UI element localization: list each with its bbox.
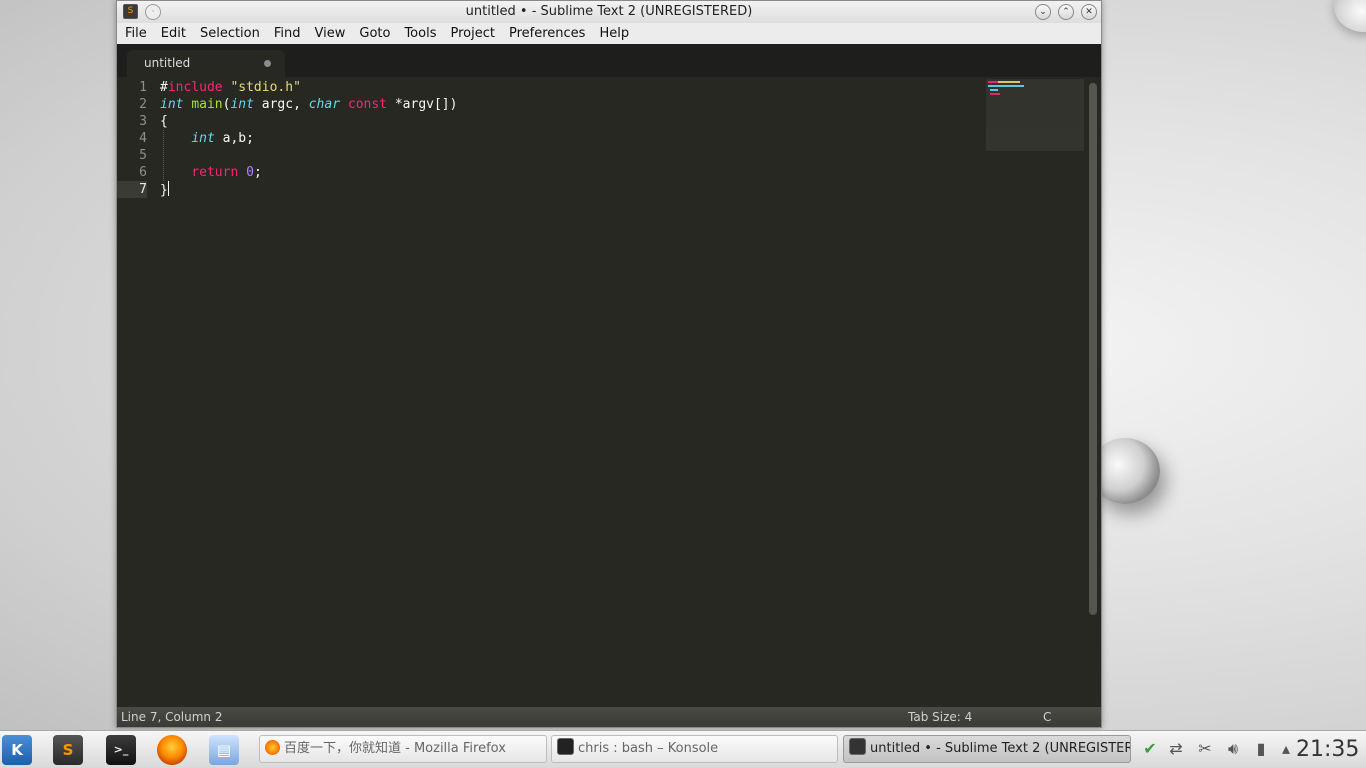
minimap-line xyxy=(990,89,998,91)
cursor-position: Line 7, Column 2 xyxy=(121,710,223,724)
task-konsole[interactable]: chris : bash – Konsole xyxy=(551,735,838,763)
scissors-icon[interactable]: ✂ xyxy=(1195,737,1215,761)
firefox-icon[interactable] xyxy=(157,735,187,765)
code-token: const xyxy=(347,97,388,112)
kde-menu-icon[interactable]: K xyxy=(2,735,32,765)
code-token: ; xyxy=(253,165,262,180)
terminal-icon xyxy=(557,738,574,755)
volume-icon[interactable]: 🔊︎ xyxy=(1223,737,1243,761)
code-token: # xyxy=(160,80,168,95)
close-button[interactable]: ✕ xyxy=(1081,4,1097,20)
pin-icon[interactable]: · xyxy=(145,4,161,20)
code-token: { xyxy=(160,114,168,129)
menu-project[interactable]: Project xyxy=(444,23,500,44)
code-token: } xyxy=(160,183,168,198)
file-manager-icon[interactable]: ▤ xyxy=(209,735,239,765)
sublime-text-icon[interactable]: S xyxy=(53,735,83,765)
code-token: char xyxy=(308,97,341,112)
tab-bar: untitled xyxy=(117,44,1101,77)
code-text-area[interactable]: #include "stdio.h" int main(int argc, cha… xyxy=(160,79,457,198)
tab-size-selector[interactable]: Tab Size: 4 xyxy=(908,707,972,727)
minimap[interactable] xyxy=(986,79,1084,151)
code-line[interactable]: #include "stdio.h" xyxy=(160,79,457,96)
desktop-ornament xyxy=(1334,0,1366,32)
shield-check-icon[interactable]: ✔ xyxy=(1140,737,1160,761)
menu-view[interactable]: View xyxy=(309,23,352,44)
minimap-line xyxy=(988,85,1024,87)
firefox-icon xyxy=(265,740,280,755)
menu-goto[interactable]: Goto xyxy=(353,23,396,44)
tab-untitled[interactable]: untitled xyxy=(127,50,285,77)
sublime-window: S · untitled • - Sublime Text 2 (UNREGIS… xyxy=(116,0,1102,728)
code-line[interactable]: int main(int argc, char const *argv[]) xyxy=(160,96,457,113)
line-number: 5 xyxy=(139,148,147,163)
line-number: 1 xyxy=(139,80,147,95)
code-token: *argv[]) xyxy=(387,97,458,112)
code-token: include xyxy=(167,80,223,95)
code-line[interactable]: int a,b; xyxy=(160,130,457,147)
menu-tools[interactable]: Tools xyxy=(398,23,442,44)
code-token: int xyxy=(160,97,184,112)
menu-file[interactable]: File xyxy=(119,23,153,44)
code-line[interactable] xyxy=(160,147,457,164)
code-token: "stdio.h" xyxy=(230,80,301,95)
line-number: 2 xyxy=(139,97,147,112)
menu-find[interactable]: Find xyxy=(268,23,307,44)
code-token: int xyxy=(230,97,254,112)
menu-help[interactable]: Help xyxy=(593,23,635,44)
code-token: a,b; xyxy=(214,131,254,146)
line-number: 4 xyxy=(139,131,147,146)
sublime-text-icon xyxy=(849,738,866,755)
minimap-line xyxy=(998,81,1020,83)
code-token: argc, xyxy=(253,97,309,112)
title-bar[interactable]: S · untitled • - Sublime Text 2 (UNREGIS… xyxy=(117,1,1101,23)
task-label: chris : bash – Konsole xyxy=(578,741,719,756)
menu-bar: File Edit Selection Find View Goto Tools Projec… xyxy=(117,23,1101,45)
code-editor[interactable]: 1 2 3 4 5 67 #include "stdio.h" int main(int a… xyxy=(117,77,1101,707)
minimap-line xyxy=(988,81,998,83)
task-label: untitled • - Sublime Text 2 (UNREGISTERE… xyxy=(870,741,1131,756)
network-icon[interactable]: ⇄ xyxy=(1166,737,1186,761)
sublime-app-icon[interactable]: S xyxy=(123,4,138,19)
taskbar: K S >_ ▤ 百度一下，你就知道 - Mozilla Firefox chr… xyxy=(0,730,1366,768)
task-sublime[interactable]: untitled • - Sublime Text 2 (UNREGISTERE… xyxy=(843,735,1131,763)
line-number: 7 xyxy=(117,181,147,198)
minimap-line xyxy=(990,93,1000,95)
clock[interactable]: 21:35 xyxy=(1296,733,1359,767)
arrow-up-icon[interactable]: ▴ xyxy=(1276,737,1296,761)
menu-selection[interactable]: Selection xyxy=(194,23,266,44)
task-firefox[interactable]: 百度一下，你就知道 - Mozilla Firefox xyxy=(259,735,547,763)
code-line[interactable]: } xyxy=(160,181,457,198)
code-token: int xyxy=(191,131,215,146)
code-line[interactable]: return 0; xyxy=(160,164,457,181)
text-cursor xyxy=(167,181,169,196)
battery-icon[interactable]: ▮ xyxy=(1251,737,1271,761)
line-number: 6 xyxy=(139,165,147,180)
code-token: main xyxy=(191,97,223,112)
unsaved-dot-icon[interactable] xyxy=(264,60,271,67)
code-line[interactable]: { xyxy=(160,113,457,130)
code-token: 0 xyxy=(246,165,254,180)
window-title: untitled • - Sublime Text 2 (UNREGISTERE… xyxy=(465,4,753,19)
menu-edit[interactable]: Edit xyxy=(155,23,192,44)
maximize-button[interactable]: ⌃ xyxy=(1058,4,1074,20)
code-token: return xyxy=(191,165,239,180)
minimize-button[interactable]: ⌄ xyxy=(1035,4,1051,20)
scrollbar-thumb[interactable] xyxy=(1089,83,1097,615)
terminal-icon[interactable]: >_ xyxy=(106,735,136,765)
status-bar: Line 7, Column 2 Tab Size: 4 C xyxy=(117,707,1101,727)
tab-label: untitled xyxy=(144,56,191,70)
syntax-selector[interactable]: C xyxy=(1043,707,1051,727)
task-label: 百度一下，你就知道 - Mozilla Firefox xyxy=(284,741,506,756)
menu-preferences[interactable]: Preferences xyxy=(503,23,591,44)
line-number-gutter: 1 2 3 4 5 67 xyxy=(117,79,147,198)
line-number: 3 xyxy=(139,114,147,129)
